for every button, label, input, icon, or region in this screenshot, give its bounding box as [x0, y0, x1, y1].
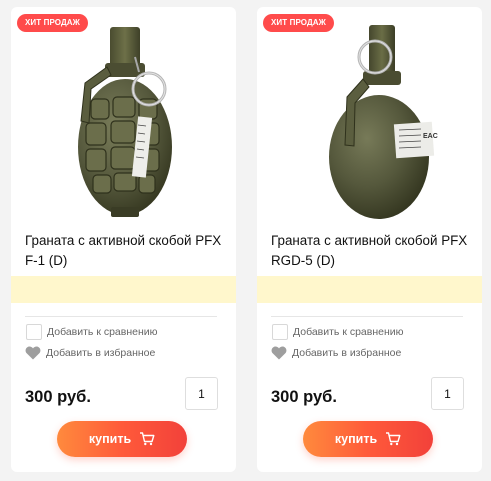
product-title[interactable]: Граната с активной скобой PFX F-1 (D)	[25, 231, 230, 271]
heart-icon[interactable]	[25, 346, 41, 360]
compare-toggle[interactable]: Добавить к сравнению	[26, 323, 158, 340]
product-title[interactable]: Граната с активной скобой PFX RGD-5 (D)	[271, 231, 476, 271]
favorite-toggle[interactable]: Добавить в избранное	[271, 344, 401, 361]
compare-checkbox[interactable]	[272, 323, 288, 340]
compare-toggle[interactable]: Добавить к сравнению	[272, 323, 404, 340]
favorite-label: Добавить в избранное	[46, 346, 156, 359]
cart-icon	[386, 432, 401, 446]
favorite-label: Добавить в избранное	[292, 346, 402, 359]
info-band	[257, 276, 482, 303]
f1-grenade-image[interactable]	[51, 17, 201, 222]
rgd5-grenade-image[interactable]: EAC	[297, 17, 447, 222]
buy-button[interactable]: купить	[303, 421, 433, 457]
compare-checkbox[interactable]	[26, 323, 42, 340]
quantity-input[interactable]	[431, 377, 464, 410]
compare-label: Добавить к сравнению	[293, 325, 404, 338]
compare-label: Добавить к сравнению	[47, 325, 158, 338]
divider	[271, 316, 463, 317]
buy-button[interactable]: купить	[57, 421, 187, 457]
product-card: ХИТ ПРОДАЖ Граната с активной скобой PFX…	[11, 7, 236, 472]
divider	[25, 316, 217, 317]
favorite-toggle[interactable]: Добавить в избранное	[25, 344, 155, 361]
buy-label: купить	[88, 432, 132, 446]
price: 300 руб.	[25, 388, 91, 406]
heart-icon[interactable]	[271, 346, 287, 360]
product-card: ХИТ ПРОДАЖ EAC Граната с активной скобой…	[257, 7, 482, 472]
svg-text:EAC: EAC	[423, 133, 438, 140]
cart-icon	[140, 432, 155, 446]
buy-label: купить	[334, 432, 378, 446]
info-band	[11, 276, 236, 303]
quantity-input[interactable]	[185, 377, 218, 410]
price: 300 руб.	[271, 388, 337, 406]
